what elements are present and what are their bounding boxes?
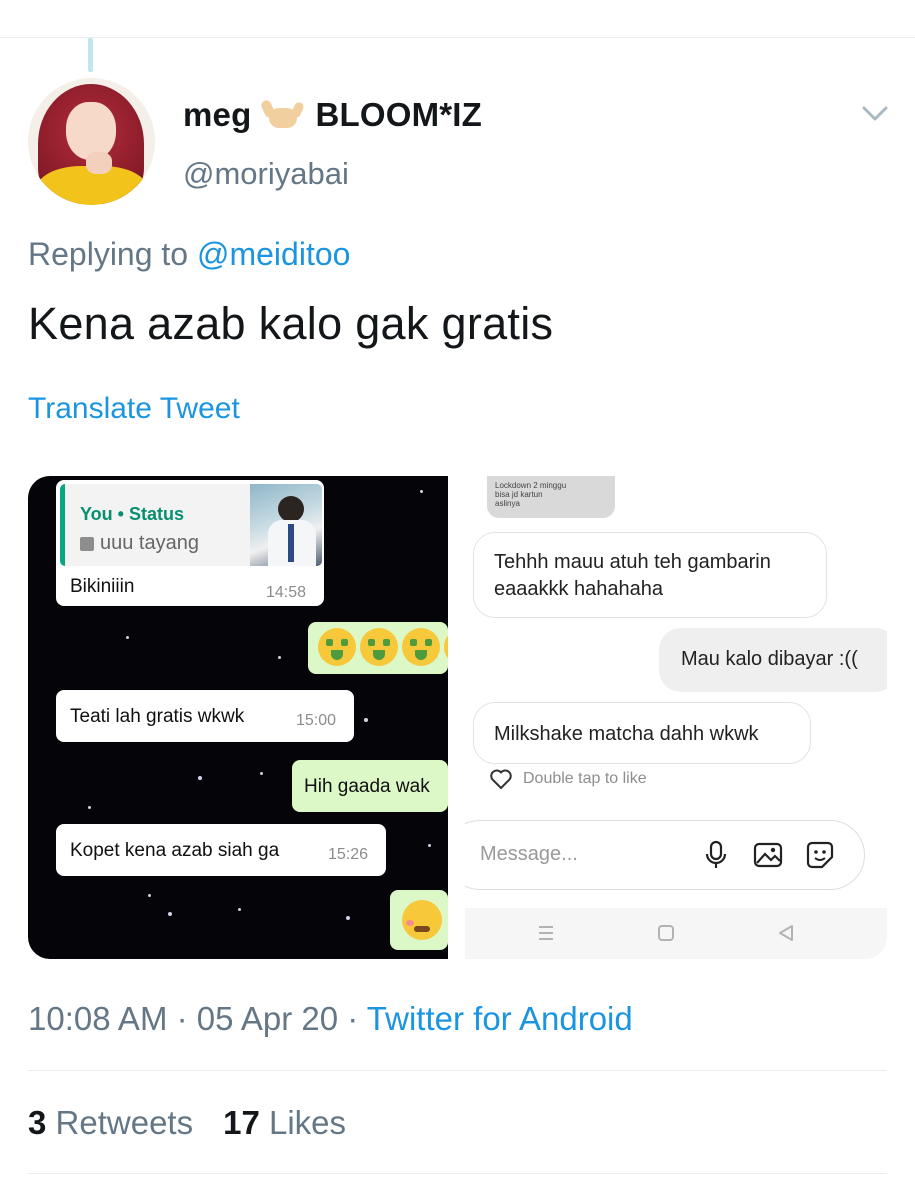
ig-message-text: Tehhh mauu atuh teh gambarin eaaakkk hah… (494, 551, 771, 600)
ig-message-text: Milkshake matcha dahh wkwk (494, 723, 759, 745)
divider (28, 1070, 887, 1071)
wa-message-text: Bikiniiin (70, 576, 135, 597)
money-mouth-emojis (318, 628, 448, 666)
call-me-hand-icon (260, 98, 306, 132)
money-mouth-face-icon (444, 628, 448, 666)
avatar[interactable] (28, 78, 155, 205)
story-reply-card[interactable]: Lockdown 2 minggu bisa jd kartun aslinya (487, 476, 615, 518)
divider (28, 1173, 887, 1174)
retweets-label: Retweets (55, 1104, 194, 1141)
wa-message-text: Teati lah gratis wkwk (70, 706, 245, 727)
money-mouth-face-icon (360, 628, 398, 666)
replying-mention[interactable]: @meiditoo (197, 236, 350, 272)
chevron-down-icon[interactable] (860, 100, 890, 126)
display-name-suffix: BLOOM*IZ (315, 96, 483, 133)
likes-count: 17 (223, 1104, 260, 1141)
engagement-stats: 3 Retweets 17 Likes (28, 1104, 346, 1142)
user-handle[interactable]: @moriyabai (183, 156, 349, 192)
gallery-icon[interactable] (752, 839, 784, 871)
whatsapp-screenshot[interactable]: You • Status uuu tayang Bikiniiin 14:58 … (28, 476, 448, 959)
wa-outgoing-emoji[interactable] (390, 890, 448, 950)
instagram-dm-screenshot[interactable]: Lockdown 2 minggu bisa jd kartun aslinya… (465, 476, 887, 959)
top-divider (0, 37, 915, 38)
sticker-icon[interactable] (804, 839, 836, 871)
display-name-prefix: meg (183, 96, 252, 133)
story-card-text: Lockdown 2 minggu bisa jd kartun aslinya (495, 481, 567, 508)
wa-status-reply-bubble[interactable]: You • Status uuu tayang Bikiniiin 14:58 (56, 480, 324, 606)
retweets-stat[interactable]: 3 Retweets (28, 1104, 193, 1142)
microphone-icon[interactable] (700, 839, 732, 871)
money-mouth-face-icon (318, 628, 356, 666)
retweets-count: 3 (28, 1104, 47, 1141)
image-icon (80, 536, 94, 551)
wa-outgoing-emoji[interactable] (308, 622, 448, 674)
translate-tweet-link[interactable]: Translate Tweet (28, 392, 240, 426)
android-nav-bar (465, 908, 887, 959)
tweet-time: 10:08 AM (28, 1000, 168, 1037)
tweet-date: 05 Apr 20 (196, 1000, 339, 1037)
wa-quote-sender: You • Status (80, 504, 184, 524)
wa-incoming-bubble[interactable]: Teati lah gratis wkwk 15:00 (56, 690, 354, 742)
replying-label: Replying to (28, 236, 189, 272)
wa-message-text: Hih gaada wak (304, 776, 430, 797)
tweet-media[interactable]: You • Status uuu tayang Bikiniiin 14:58 … (28, 476, 887, 959)
heart-icon[interactable] (489, 768, 513, 790)
wa-message-time: 15:00 (296, 712, 337, 729)
money-mouth-face-icon (402, 628, 440, 666)
display-name[interactable]: meg BLOOM*IZ (183, 96, 482, 134)
double-tap-label: Double tap to like (523, 770, 647, 787)
status-thumbnail (250, 484, 322, 566)
back-icon[interactable] (775, 922, 797, 944)
ig-outgoing-bubble[interactable]: Mau kalo dibayar :(( (659, 628, 887, 692)
thread-connector (88, 38, 93, 72)
woozy-face-icon (402, 900, 442, 940)
wa-status-quote[interactable]: You • Status uuu tayang (60, 484, 322, 566)
wa-message-text: Kopet kena azab siah ga (70, 840, 280, 861)
menu-icon[interactable] (535, 922, 557, 944)
tweet-metadata: 10:08 AM · 05 Apr 20 · Twitter for Andro… (28, 1000, 633, 1037)
ig-incoming-bubble[interactable]: Tehhh mauu atuh teh gambarin eaaakkk hah… (473, 532, 827, 618)
ig-message-text: Mau kalo dibayar :(( (681, 648, 858, 670)
likes-label: Likes (268, 1104, 347, 1141)
ig-incoming-bubble[interactable]: Milkshake matcha dahh wkwk (473, 702, 811, 764)
wa-quote-status: uuu tayang (100, 532, 199, 554)
message-input-placeholder[interactable]: Message... (480, 843, 578, 866)
wa-outgoing-bubble[interactable]: Hih gaada wak (292, 760, 448, 812)
tweet-text: Kena azab kalo gak gratis (28, 298, 554, 349)
wa-message-time: 15:26 (328, 846, 369, 863)
wa-message-time: 14:58 (266, 584, 307, 601)
likes-stat[interactable]: 17 Likes (223, 1104, 346, 1142)
tweet-source-link[interactable]: Twitter for Android (367, 1000, 633, 1037)
home-icon[interactable] (655, 922, 677, 944)
double-tap-hint: Double tap to like (489, 768, 647, 790)
message-composer[interactable]: Message... (465, 820, 865, 890)
replying-to: Replying to @meiditoo (28, 236, 350, 273)
wa-incoming-bubble[interactable]: Kopet kena azab siah ga 15:26 (56, 824, 386, 876)
